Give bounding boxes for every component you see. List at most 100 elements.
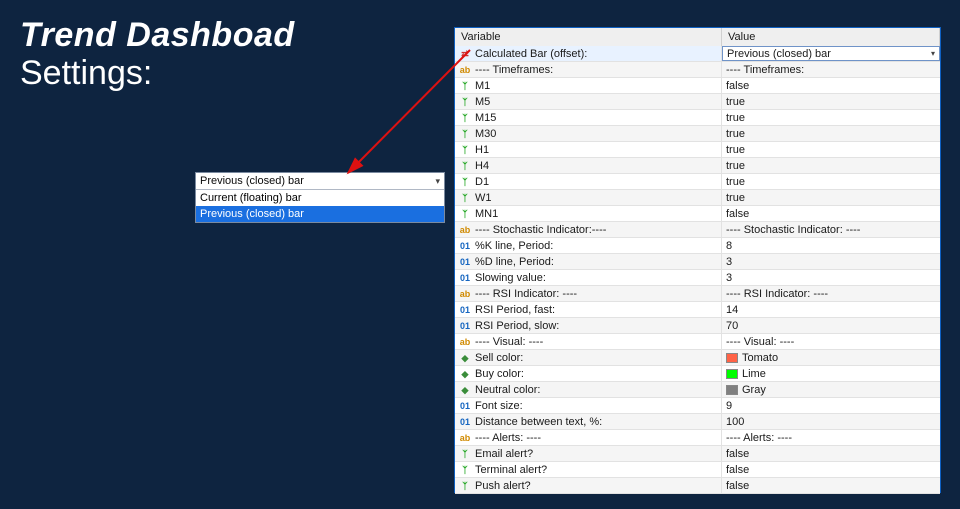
property-row[interactable]: ◆Buy color:Lime [455, 366, 940, 382]
bar-offset-option-current[interactable]: Current (floating) bar [196, 190, 444, 206]
property-row[interactable]: ᛉD1 true [455, 174, 940, 190]
property-variable-cell: ab ---- RSI Indicator: ---- [455, 286, 722, 301]
property-variable-label: %K line, Period: [475, 238, 553, 253]
page-title: Trend Dashboad Settings: [20, 18, 295, 91]
property-row[interactable]: ◆Neutral color:Gray [455, 382, 940, 398]
property-variable-label: D1 [475, 174, 489, 189]
property-value-label: ---- Visual: ---- [726, 334, 794, 349]
chevron-down-icon: ▾ [931, 46, 935, 61]
property-row[interactable]: ᛉH4true [455, 158, 940, 174]
property-variable-cell: 01Slowing value: [455, 270, 722, 285]
property-variable-label: M5 [475, 94, 490, 109]
property-value-label: true [726, 174, 745, 189]
property-value-cell[interactable]: Gray [722, 382, 940, 397]
property-value-label: ---- Timeframes: [726, 62, 804, 77]
property-value-cell[interactable]: true [722, 174, 940, 189]
property-value-cell[interactable]: 70 [722, 318, 940, 333]
property-variable-label: M15 [475, 110, 496, 125]
property-value-cell[interactable]: ---- Timeframes: [722, 62, 940, 77]
property-variable-cell: ᛉD1 [455, 174, 722, 189]
property-value-cell[interactable]: ---- Visual: ---- [722, 334, 940, 349]
property-value-combo[interactable]: Previous (closed) bar▾ [722, 46, 940, 61]
property-row[interactable]: ᛉM15true [455, 110, 940, 126]
property-value-cell[interactable]: true [722, 126, 940, 141]
property-row[interactable]: ab---- Stochastic Indicator:-------- Sto… [455, 222, 940, 238]
property-value-label: Lime [742, 366, 766, 381]
property-value-cell[interactable]: Previous (closed) bar▾ [722, 46, 940, 61]
property-value-cell[interactable]: 3 [722, 254, 940, 269]
flag-icon: ᛉ [459, 96, 471, 108]
property-value-cell[interactable]: 9 [722, 398, 940, 413]
property-row[interactable]: 01RSI Period, fast:14 [455, 302, 940, 318]
property-row[interactable]: 01RSI Period, slow: 70 [455, 318, 940, 334]
property-row[interactable]: ◆Sell color:Tomato [455, 350, 940, 366]
ab-icon: ab [459, 288, 471, 300]
property-value-cell[interactable]: true [722, 142, 940, 157]
property-variable-cell: ᛉ Email alert? [455, 446, 722, 461]
property-value-label: true [726, 190, 745, 205]
property-value-cell[interactable]: true [722, 110, 940, 125]
flag-icon: ᛉ [459, 480, 471, 492]
property-variable-cell: ᛉM1 [455, 78, 722, 93]
property-value-label: ---- Alerts: ---- [726, 430, 792, 445]
property-row[interactable]: ab ---- RSI Indicator: ---- ---- RSI Indic… [455, 286, 940, 302]
property-row[interactable]: ᛉW1 true [455, 190, 940, 206]
property-row[interactable]: ab---- Alerts: -------- Alerts: ---- [455, 430, 940, 446]
num-icon: 01 [459, 400, 471, 412]
flag-icon: ᛉ [459, 448, 471, 460]
property-value-cell[interactable]: 14 [722, 302, 940, 317]
property-row[interactable]: 01%K line, Period:8 [455, 238, 940, 254]
property-value-label: Gray [742, 382, 766, 397]
property-value-cell[interactable]: false [722, 206, 940, 221]
property-row[interactable]: ab---- Timeframes: ---- Timeframes: [455, 62, 940, 78]
property-row[interactable]: ⇄Calculated Bar (offset):Previous (close… [455, 46, 940, 62]
bar-offset-dropdown[interactable]: Previous (closed) bar ▾ Current (floatin… [195, 172, 445, 223]
property-value-cell[interactable]: true [722, 94, 940, 109]
property-value-cell[interactable]: false [722, 478, 940, 493]
property-row[interactable]: 01%D line, Period:3 [455, 254, 940, 270]
num-icon: 01 [459, 416, 471, 428]
property-value-cell[interactable]: false [722, 462, 940, 477]
property-value-cell[interactable]: 3 [722, 270, 940, 285]
property-value-cell[interactable]: true [722, 158, 940, 173]
property-variable-label: ---- Stochastic Indicator:---- [475, 222, 606, 237]
property-row[interactable]: ᛉM30true [455, 126, 940, 142]
property-variable-cell: 01RSI Period, slow: [455, 318, 722, 333]
property-value-cell[interactable]: Lime [722, 366, 940, 381]
property-value-cell[interactable]: true [722, 190, 940, 205]
property-variable-label: RSI Period, slow: [475, 318, 559, 333]
property-variable-cell: ᛉW1 [455, 190, 722, 205]
property-variable-cell: ab---- Timeframes: [455, 62, 722, 77]
bar-offset-dropdown-selected[interactable]: Previous (closed) bar ▾ [196, 173, 444, 190]
property-row[interactable]: ab---- Visual: -------- Visual: ---- [455, 334, 940, 350]
property-value-cell[interactable]: 8 [722, 238, 940, 253]
property-value-cell[interactable]: ---- RSI Indicator: ---- [722, 286, 940, 301]
property-value-label: 70 [726, 318, 738, 333]
property-row[interactable]: ᛉM1false [455, 78, 940, 94]
property-row[interactable]: 01 Distance between text, %: 100 [455, 414, 940, 430]
property-value-cell[interactable]: false [722, 446, 940, 461]
property-variable-label: Distance between text, %: [475, 414, 602, 429]
property-variable-label: ---- RSI Indicator: ---- [475, 286, 577, 301]
property-row[interactable]: ᛉH1true [455, 142, 940, 158]
property-value-cell[interactable]: ---- Stochastic Indicator: ---- [722, 222, 940, 237]
property-row[interactable]: ᛉ M5 true [455, 94, 940, 110]
property-value-cell[interactable]: 100 [722, 414, 940, 429]
property-value-cell[interactable]: false [722, 78, 940, 93]
color-swatch [726, 369, 738, 379]
property-row[interactable]: ᛉ Email alert? false [455, 446, 940, 462]
property-value-cell[interactable]: ---- Alerts: ---- [722, 430, 940, 445]
property-row[interactable]: ᛉMN1false [455, 206, 940, 222]
flag-icon: ᛉ [459, 128, 471, 140]
property-variable-label: Email alert? [475, 446, 533, 461]
property-row[interactable]: 01Font size:9 [455, 398, 940, 414]
ab-icon: ab [459, 336, 471, 348]
property-row[interactable]: ᛉPush alert?false [455, 478, 940, 494]
property-variable-label: RSI Period, fast: [475, 302, 555, 317]
bar-offset-option-previous[interactable]: Previous (closed) bar [196, 206, 444, 222]
property-value-label: ---- Stochastic Indicator: ---- [726, 222, 860, 237]
property-value-cell[interactable]: Tomato [722, 350, 940, 365]
property-row[interactable]: 01Slowing value:3 [455, 270, 940, 286]
property-row[interactable]: ᛉTerminal alert?false [455, 462, 940, 478]
property-variable-cell: 01%K line, Period: [455, 238, 722, 253]
